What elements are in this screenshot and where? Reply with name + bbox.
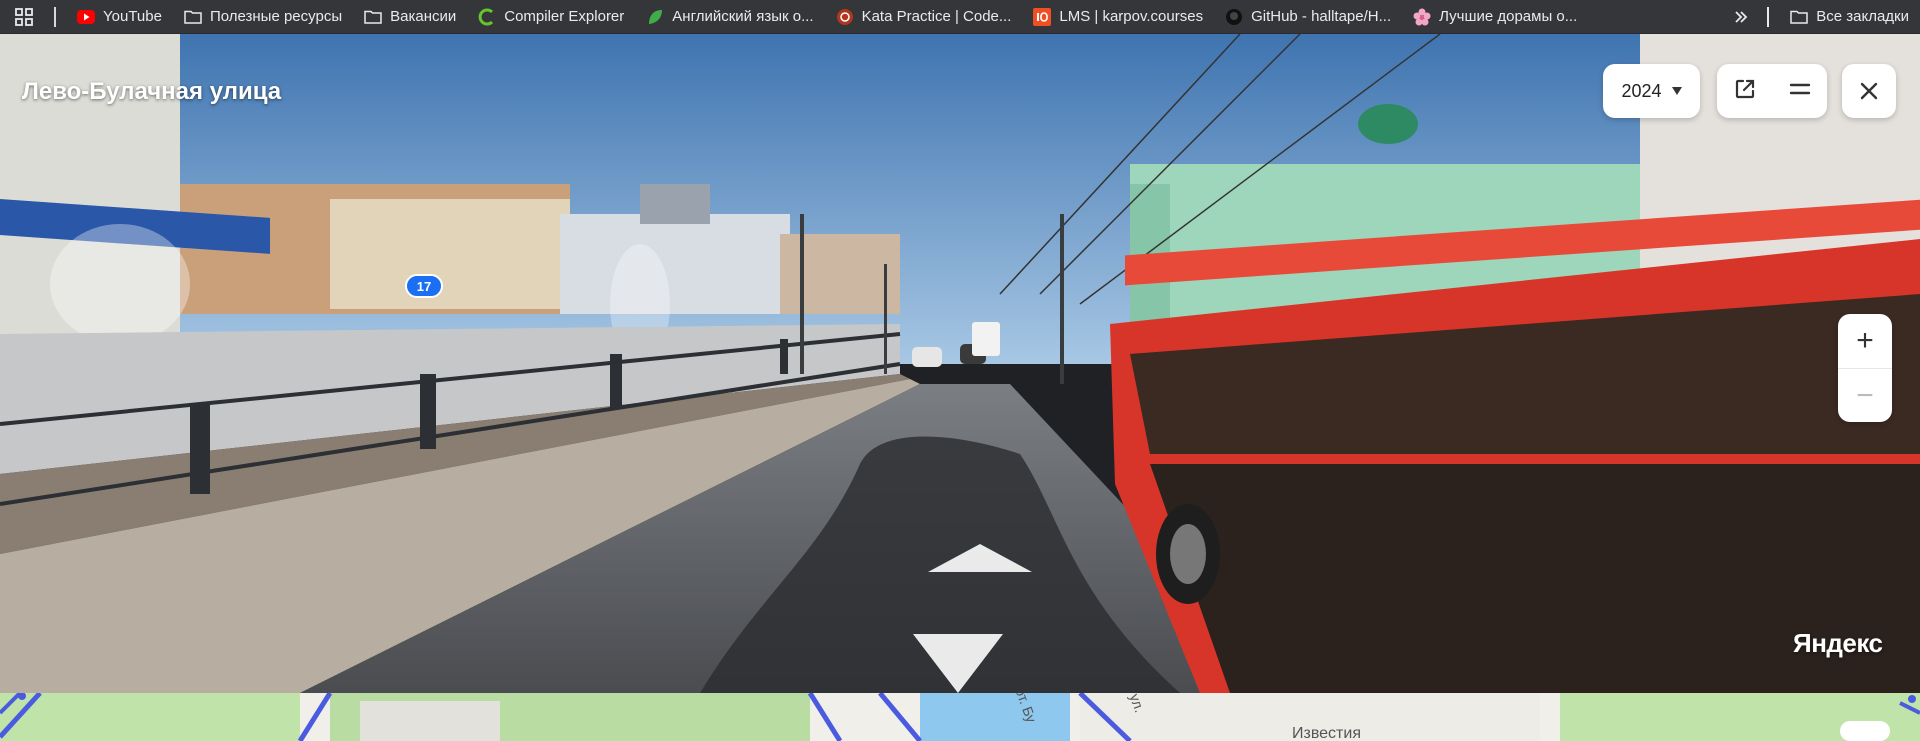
bookmark-english[interactable]: Английский язык о...: [635, 3, 824, 31]
move-forward-arrow-icon[interactable]: [928, 544, 1032, 574]
all-bookmarks-label: Все закладки: [1816, 8, 1909, 25]
bookmark-label: Английский язык о...: [672, 8, 814, 25]
zoom-out-button[interactable]: −: [1838, 368, 1892, 422]
minimap[interactable]: Известия ул. от. Бу: [0, 693, 1920, 741]
folder-icon: [364, 8, 382, 26]
youtube-icon: [77, 8, 95, 26]
move-backward-arrow-icon[interactable]: [913, 634, 1003, 693]
all-bookmarks[interactable]: Все закладки: [1779, 3, 1920, 31]
bookmark-youtube[interactable]: YouTube: [66, 3, 173, 31]
minimap-graphic: [0, 693, 1920, 741]
bookmark-label: YouTube: [103, 8, 162, 25]
bookmark-compiler-explorer[interactable]: Compiler Explorer: [467, 3, 635, 31]
bookmark-label: GitHub - halltape/H...: [1251, 8, 1392, 25]
bookmarks-right-group: Все закладки: [1725, 0, 1920, 34]
caret-down-icon: [1671, 87, 1682, 95]
bookmark-label: Compiler Explorer: [504, 8, 625, 25]
yandex-logo: Яндекс: [1793, 628, 1883, 658]
bookmark-lms-karpov[interactable]: LMS | karpov.courses: [1022, 3, 1214, 31]
bookmark-dramas[interactable]: Лучшие дорамы о...: [1402, 3, 1588, 31]
flower-icon: [1413, 8, 1431, 26]
bookmark-kata-practice[interactable]: Kata Practice | Code...: [825, 3, 1023, 31]
more-bookmarks-chevron-icon[interactable]: [1725, 10, 1757, 24]
bookmark-label: Лучшие дорамы о...: [1439, 8, 1578, 25]
year-selector[interactable]: 2024: [1603, 64, 1700, 118]
bookmark-label: Полезные ресурсы: [209, 8, 343, 25]
zoom-in-button[interactable]: +: [1838, 314, 1892, 368]
bookmarks-separator: [1767, 6, 1770, 27]
street-name-title: Лево-Булачная улица: [22, 78, 282, 105]
bookmarks-bar: YouTube Полезные ресурсы Вакансии Compil…: [0, 0, 1920, 34]
close-panorama-button[interactable]: [1842, 64, 1896, 118]
bookmarks-separator: [54, 6, 56, 27]
open-external-icon[interactable]: [1733, 77, 1757, 106]
bookmark-github[interactable]: GitHub - halltape/H...: [1214, 3, 1402, 31]
karpov-icon: [1033, 7, 1052, 26]
folder-icon: [1790, 8, 1808, 26]
github-icon: [1225, 8, 1243, 26]
building-number-marker[interactable]: 17: [405, 274, 443, 298]
leaf-icon: [646, 8, 664, 26]
codewars-icon: [836, 8, 854, 26]
panorama-actions: [1717, 64, 1827, 118]
close-icon: [1860, 82, 1878, 100]
street-panorama[interactable]: Лево-Булачная улица 2024 + − 17 Яндекс: [0, 34, 1920, 693]
bookmark-label: LMS | karpov.courses: [1059, 8, 1204, 25]
year-value: 2024: [1621, 80, 1662, 101]
bookmark-label: Вакансии: [390, 8, 457, 25]
panorama-scene: [0, 34, 1920, 693]
bookmark-useful-resources[interactable]: Полезные ресурсы: [173, 3, 353, 31]
apps-grid-icon[interactable]: [12, 5, 36, 29]
zoom-control: + −: [1838, 314, 1892, 422]
split-view-icon[interactable]: [1788, 77, 1812, 106]
bookmark-label: Kata Practice | Code...: [861, 8, 1012, 25]
map-label-izvestia: Известия: [1292, 725, 1361, 741]
compiler-explorer-icon: [478, 8, 496, 26]
folder-icon: [184, 8, 202, 26]
bookmark-vacancies[interactable]: Вакансии: [353, 3, 467, 31]
